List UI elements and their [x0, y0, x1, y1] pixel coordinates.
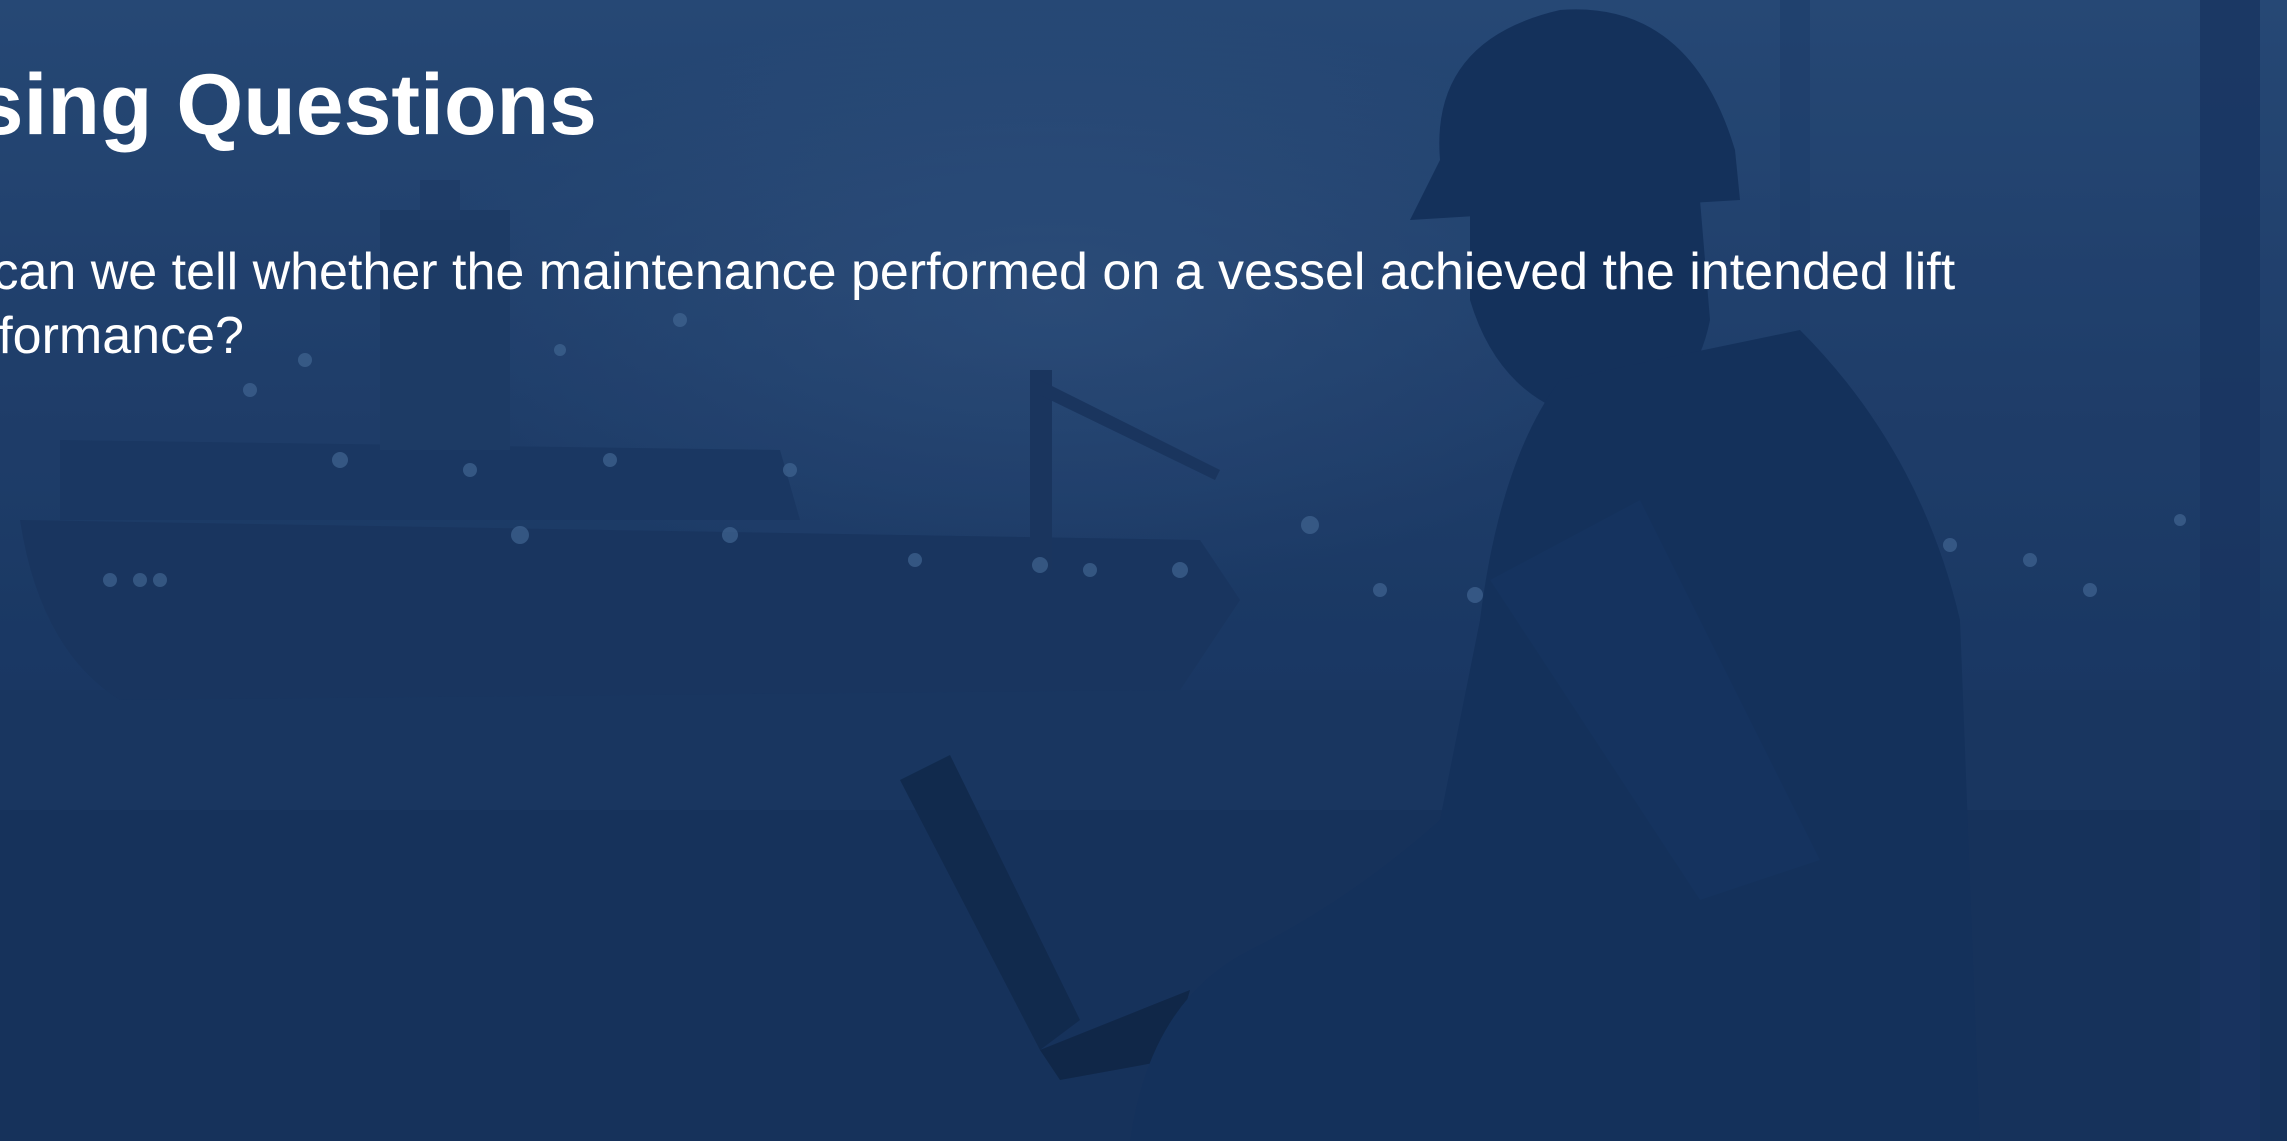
- slide: essing Questions v can we tell whether t…: [0, 0, 2287, 1141]
- ship-hull: [20, 520, 1240, 700]
- slide-title: essing Questions: [0, 57, 597, 153]
- background-photo: [0, 0, 2287, 1141]
- slide-question-text: v can we tell whether the maintenance pe…: [0, 243, 1956, 365]
- crane-mast: [1030, 370, 1052, 570]
- pipe-structure: [2200, 0, 2260, 1141]
